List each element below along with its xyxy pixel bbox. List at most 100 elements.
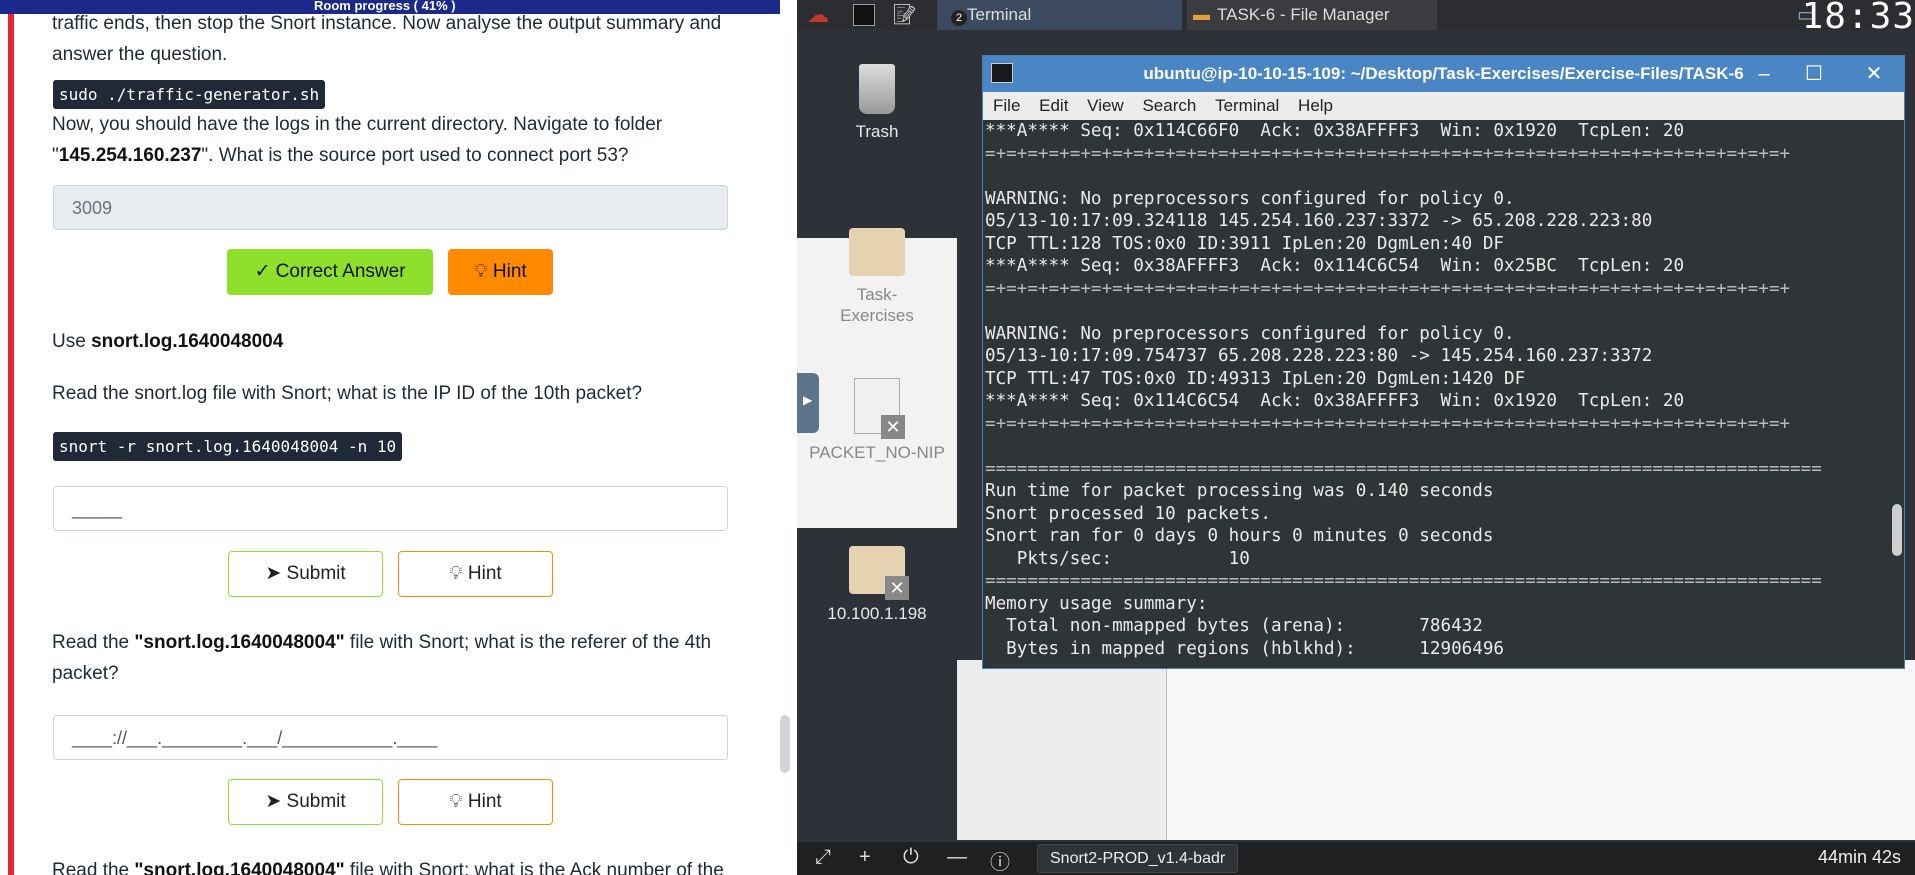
- terminal-line: Memory usage summary:: [985, 593, 1208, 614]
- menu-view[interactable]: View: [1087, 96, 1124, 115]
- app-menu-icon[interactable]: ☁: [807, 0, 829, 30]
- terminal-line: Snort ran for 0 days 0 hours 0 minutes 0…: [985, 526, 1494, 546]
- panel-scrollbar[interactable]: [780, 715, 790, 773]
- log-file-name: "snort.log.1640048004": [134, 860, 345, 875]
- info-icon[interactable]: ⓘ: [990, 846, 1010, 875]
- power-icon[interactable]: ⏻: [903, 846, 919, 869]
- hint-button[interactable]: 💡︎ Hint: [448, 249, 553, 295]
- file-manager-sidebar: [957, 660, 1167, 840]
- terminal-line: Pkts/sec: 10: [985, 548, 1250, 569]
- terminal-line: ***A**** Seq: 0x38AFFFF3 Ack: 0x114C6C54…: [985, 256, 1685, 276]
- question-text: Use snort.log.1640048004: [52, 331, 284, 352]
- session-timer: 44min 42s: [1817, 847, 1901, 867]
- text-editor-icon[interactable]: 📝︎: [892, 0, 917, 30]
- question-text-line: Read the "snort.log.1640048004" file wit…: [52, 632, 712, 653]
- terminal-line: ========================================…: [985, 458, 1822, 479]
- taskbar-file-manager[interactable]: ▬ TASK-6 - File Manager: [1187, 0, 1437, 30]
- question-text-line: Now, you should have the logs in the cur…: [52, 114, 663, 135]
- lightbulb-icon: 💡︎: [449, 791, 463, 812]
- terminal-line: Bytes in mapped regions (hblkhd): 129064…: [985, 638, 1505, 659]
- task-accent-bar: [8, 0, 14, 875]
- hint-button[interactable]: 💡︎ Hint: [398, 779, 553, 825]
- desktop-icon-task-exercises[interactable]: Task-Exercises: [807, 228, 947, 326]
- answer-field[interactable]: 3009: [53, 185, 728, 230]
- question-text-line: "145.254.160.237". What is the source po…: [52, 145, 629, 166]
- question-text-line: packet?: [52, 663, 119, 684]
- lightbulb-icon: 💡︎: [449, 563, 463, 584]
- send-icon: ➤: [265, 791, 282, 812]
- window-title: ubuntu@ip-10-10-15-109: ~/Desktop/Task-E…: [1143, 64, 1744, 83]
- terminal-line: =+=+=+=+=+=+=+=+=+=+=+=+=+=+=+=+=+=+=+=+…: [985, 278, 1791, 299]
- desktop-icon-trash[interactable]: Trash: [807, 64, 947, 142]
- task-panel: Room progress ( 41% ) traffic ends, then…: [0, 0, 797, 875]
- terminal-line: Run time for packet processing was 0.140…: [985, 481, 1494, 501]
- hint-button[interactable]: 💡︎ Hint: [398, 551, 553, 597]
- answer-input[interactable]: _____: [53, 486, 728, 531]
- terminal-titlebar[interactable]: ubuntu@ip-10-10-15-109: ~/Desktop/Task-E…: [983, 56, 1904, 92]
- minimize-window-icon[interactable]: –: [1744, 56, 1784, 92]
- lightbulb-icon: 💡︎: [474, 261, 488, 282]
- terminal-scroll-thumb[interactable]: [1892, 504, 1902, 556]
- terminal-scrollbar[interactable]: [1892, 120, 1902, 668]
- maximize-window-icon[interactable]: ☐: [1794, 56, 1834, 92]
- terminal-line: 05/13-10:17:09.324118 145.254.160.237:33…: [985, 211, 1653, 231]
- terminal-output[interactable]: ***A**** Seq: 0x114C66F0 Ack: 0x38AFFFF3…: [983, 120, 1891, 668]
- log-file-name: snort.log.1640048004: [91, 331, 284, 352]
- check-icon: ✓: [254, 261, 271, 282]
- submit-button[interactable]: ➤ Submit: [228, 779, 383, 825]
- command-snippet[interactable]: sudo ./traffic-generator.sh: [53, 80, 326, 109]
- menu-file[interactable]: File: [993, 96, 1020, 115]
- terminal-line: ***A**** Seq: 0x114C6C54 Ack: 0x38AFFFF3…: [985, 391, 1685, 411]
- desktop-taskbar: ☁ 📝︎ Terminal 2 ▬ TASK-6 - File Manager …: [797, 0, 1915, 37]
- terminal-line: =+=+=+=+=+=+=+=+=+=+=+=+=+=+=+=+=+=+=+=+…: [985, 413, 1791, 434]
- terminal-line: WARNING: No preprocessors configured for…: [985, 323, 1515, 344]
- terminal-icon: [991, 63, 1013, 83]
- question-text: Read the snort.log file with Snort; what…: [52, 383, 643, 404]
- session-toolbar: ⤢ + ⏻ — ⓘ Snort2-PROD_v1.4-badr 44min 42…: [797, 842, 1915, 875]
- question-text: Read the "snort.log.1640048004" file wit…: [52, 627, 711, 689]
- terminal-line: Snort processed 10 packets.: [985, 503, 1271, 524]
- broken-link-icon: ✕: [885, 576, 909, 600]
- trash-icon: [859, 64, 895, 114]
- minimize-icon[interactable]: —: [947, 846, 967, 869]
- close-window-icon[interactable]: ✕: [1854, 56, 1894, 92]
- menu-terminal[interactable]: Terminal: [1215, 96, 1279, 115]
- terminal-line: ***A**** Seq: 0x114C66F0 Ack: 0x38AFFFF3…: [985, 121, 1685, 141]
- question-text: Now, you should have the logs in the cur…: [52, 109, 662, 171]
- fullscreen-icon[interactable]: ⤢: [815, 846, 831, 869]
- log-file-name: "snort.log.1640048004": [134, 632, 345, 653]
- machine-name[interactable]: Snort2-PROD_v1.4-badr: [1037, 844, 1239, 873]
- send-icon: ➤: [265, 563, 282, 584]
- folder-icon: [849, 228, 905, 276]
- chevron-right-icon: ▶: [803, 393, 813, 407]
- desktop-icon-packet-no-nip[interactable]: ✕ PACKET_NO-NIP: [807, 378, 947, 463]
- add-icon[interactable]: +: [859, 846, 871, 869]
- folder-name: 145.254.160.237: [58, 145, 202, 166]
- terminal-line: ========================================…: [985, 571, 1822, 591]
- menu-search[interactable]: Search: [1142, 96, 1196, 115]
- folder-icon: ▬: [1193, 5, 1210, 24]
- terminal-line: WARNING: No preprocessors configured for…: [985, 188, 1515, 209]
- menu-help[interactable]: Help: [1298, 96, 1333, 115]
- terminal-line: TCP TTL:47 TOS:0x0 ID:49313 IpLen:20 Dgm…: [985, 368, 1526, 389]
- correct-answer-button[interactable]: ✓ Correct Answer: [227, 249, 433, 295]
- submit-button[interactable]: ➤ Submit: [228, 551, 383, 597]
- folder-icon: ✕: [849, 546, 909, 600]
- terminal-line: TCP TTL:128 TOS:0x0 ID:3911 IpLen:20 Dgm…: [985, 233, 1505, 254]
- menu-edit[interactable]: Edit: [1039, 96, 1068, 115]
- file-icon: ✕: [854, 378, 905, 439]
- broken-link-icon: ✕: [881, 415, 905, 439]
- question-text-line: answer the question.: [52, 44, 228, 65]
- answer-input[interactable]: ____://___.________.___/___________.____: [53, 715, 728, 760]
- terminal-launcher-icon[interactable]: [853, 4, 875, 26]
- terminal-line: Total non-mmapped bytes (arena): 786432: [985, 616, 1483, 636]
- terminal-menubar: File Edit View Search Terminal Help: [983, 92, 1904, 120]
- desktop-icon-folder-ip[interactable]: ✕ 10.100.1.198: [807, 546, 947, 624]
- side-panel-toggle[interactable]: ▶: [797, 373, 819, 433]
- terminal-window[interactable]: ubuntu@ip-10-10-15-109: ~/Desktop/Task-E…: [982, 55, 1905, 669]
- command-snippet[interactable]: snort -r snort.log.1640048004 -n 10: [53, 432, 403, 461]
- question-text: traffic ends, then stop the Snort instan…: [52, 8, 721, 70]
- taskbar-terminal[interactable]: Terminal 2: [937, 0, 1182, 30]
